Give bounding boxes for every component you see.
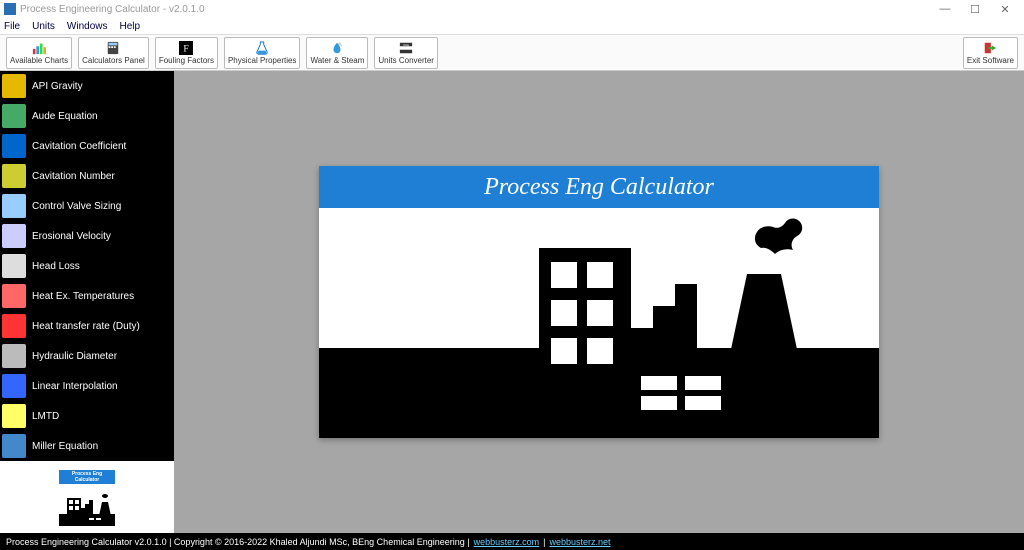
tb-label: Units Converter <box>378 56 434 65</box>
chart-icon <box>32 41 46 55</box>
sidebar-item[interactable]: Cavitation Coefficient <box>0 131 174 161</box>
window-title: Process Engineering Calculator - v2.0.1.… <box>20 4 205 15</box>
sidebar-item-icon <box>0 132 28 160</box>
preview-factory-icon <box>59 484 115 526</box>
sidebar-item[interactable]: Heat transfer rate (Duty) <box>0 311 174 341</box>
tb-label: Calculators Panel <box>82 56 145 65</box>
preview-title: Process Eng Calculator <box>59 470 115 484</box>
f-icon: F <box>179 41 193 55</box>
sidebar-item[interactable]: Cavitation Number <box>0 161 174 191</box>
sidebar-item-icon <box>0 342 28 370</box>
status-text: Process Engineering Calculator v2.0.1.0 … <box>6 537 470 547</box>
sidebar-item-label: Heat Ex. Temperatures <box>32 291 134 302</box>
sidebar-item[interactable]: Linear Interpolation <box>0 371 174 401</box>
mdi-area: Process Eng Calculator <box>174 71 1024 533</box>
sidebar-list[interactable]: API Gravity Aude Equation Cavitation Coeff… <box>0 71 174 461</box>
sidebar-panel: API Gravity Aude Equation Cavitation Coeff… <box>0 71 174 533</box>
units-converter-button[interactable]: Units Units Converter <box>374 37 438 69</box>
sidebar-item[interactable]: LMTD <box>0 401 174 431</box>
physical-properties-button[interactable]: Physical Properties <box>224 37 300 69</box>
sidebar-item-label: Hydraulic Diameter <box>32 351 117 362</box>
statusbar: Process Engineering Calculator v2.0.1.0 … <box>0 533 1024 550</box>
flask-icon <box>255 41 269 55</box>
window-root: Process Engineering Calculator - v2.0.1.… <box>0 0 1024 550</box>
titlebar: Process Engineering Calculator - v2.0.1.… <box>0 0 1024 18</box>
menu-units[interactable]: Units <box>32 21 55 32</box>
menu-file[interactable]: File <box>4 21 20 32</box>
exit-icon <box>983 41 997 55</box>
sidebar-item[interactable]: API Gravity <box>0 71 174 101</box>
sidebar-item[interactable]: Hydraulic Diameter <box>0 341 174 371</box>
sidebar-item-label: Cavitation Coefficient <box>32 141 126 152</box>
sidebar-item-icon <box>0 72 28 100</box>
sidebar-item-label: LMTD <box>32 411 59 422</box>
sidebar-item-icon <box>0 162 28 190</box>
sidebar-preview: Process Eng Calculator <box>0 461 174 533</box>
tb-label: Exit Software <box>967 56 1014 65</box>
available-charts-button[interactable]: Available Charts <box>6 37 72 69</box>
steam-icon <box>330 41 344 55</box>
sidebar-item-label: Heat transfer rate (Duty) <box>32 321 140 332</box>
status-link-1[interactable]: webbusterz.com <box>474 537 540 547</box>
welcome-panel: Process Eng Calculator <box>319 166 879 438</box>
sidebar-item-icon <box>0 102 28 130</box>
sidebar-item[interactable]: Miller Equation <box>0 431 174 461</box>
sidebar-item-icon <box>0 192 28 220</box>
sidebar-item[interactable]: Head Loss <box>0 251 174 281</box>
sidebar-item-label: Aude Equation <box>32 111 98 122</box>
svg-text:Units: Units <box>403 42 410 46</box>
svg-text:F: F <box>184 43 189 54</box>
sidebar-item-icon <box>0 372 28 400</box>
sidebar-item-icon <box>0 432 28 460</box>
toolbar: Available Charts Calculators Panel F Fou… <box>0 35 1024 71</box>
sidebar-item[interactable]: Aude Equation <box>0 101 174 131</box>
tb-label: Physical Properties <box>228 56 296 65</box>
close-button[interactable]: ✕ <box>990 3 1020 16</box>
sidebar-item-label: Erosional Velocity <box>32 231 111 242</box>
menu-help[interactable]: Help <box>120 21 141 32</box>
water-steam-button[interactable]: Water & Steam <box>306 37 368 69</box>
sidebar-item-icon <box>0 222 28 250</box>
menu-windows[interactable]: Windows <box>67 21 108 32</box>
sidebar-item[interactable]: Control Valve Sizing <box>0 191 174 221</box>
sidebar-item-label: Cavitation Number <box>32 171 115 182</box>
sidebar-item-label: Miller Equation <box>32 441 98 452</box>
minimize-button[interactable]: — <box>930 3 960 15</box>
welcome-title: Process Eng Calculator <box>319 166 879 208</box>
units-icon: Units <box>399 41 413 55</box>
sidebar-item-label: Linear Interpolation <box>32 381 118 392</box>
sidebar-item-label: Head Loss <box>32 261 80 272</box>
sidebar-item-label: API Gravity <box>32 81 83 92</box>
calculators-panel-button[interactable]: Calculators Panel <box>78 37 149 69</box>
sidebar-item-label: Control Valve Sizing <box>32 201 121 212</box>
tb-label: Fouling Factors <box>159 56 214 65</box>
sidebar-item[interactable]: Heat Ex. Temperatures <box>0 281 174 311</box>
sidebar-item-icon <box>0 312 28 340</box>
app-icon <box>4 3 16 15</box>
tb-label: Available Charts <box>10 56 68 65</box>
calculator-icon <box>106 41 120 55</box>
fouling-factors-button[interactable]: F Fouling Factors <box>155 37 218 69</box>
sidebar-item-icon <box>0 252 28 280</box>
status-sep: | <box>543 537 545 547</box>
maximize-button[interactable]: ☐ <box>960 3 990 16</box>
factory-icon <box>319 208 879 438</box>
sidebar-item-icon <box>0 282 28 310</box>
sidebar-item-icon <box>0 402 28 430</box>
menubar: File Units Windows Help <box>0 18 1024 35</box>
sidebar-item[interactable]: Erosional Velocity <box>0 221 174 251</box>
tb-label: Water & Steam <box>310 56 364 65</box>
status-link-2[interactable]: webbusterz.net <box>549 537 610 547</box>
exit-software-button[interactable]: Exit Software <box>963 37 1018 69</box>
